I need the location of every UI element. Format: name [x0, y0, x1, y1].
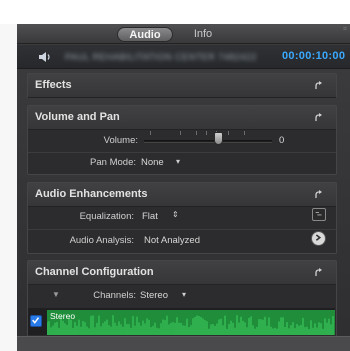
waveform-graphic: [47, 315, 334, 335]
disclosure-triangle-icon[interactable]: ▼: [52, 290, 60, 299]
reset-arrow-icon[interactable]: [313, 267, 324, 278]
audio-analysis-label: Audio Analysis:: [69, 235, 134, 246]
timecode: 00:00:10:00: [282, 50, 346, 62]
divider: [28, 152, 336, 153]
effects-panel: Effects: [27, 73, 337, 98]
audio-enhancements-title: Audio Enhancements: [35, 188, 148, 200]
stereo-track-checkbox[interactable]: [30, 315, 42, 327]
volume-pan-title: Volume and Pan: [35, 111, 120, 123]
audio-enhancements-header[interactable]: Audio Enhancements: [28, 183, 336, 207]
analyze-button[interactable]: [311, 231, 326, 246]
pan-mode-value: None: [141, 157, 164, 168]
tab-info[interactable]: Info: [185, 27, 221, 42]
slider-tick: [150, 131, 151, 135]
volume-label: Volume:: [103, 135, 138, 146]
reset-arrow-icon[interactable]: [313, 189, 324, 200]
reset-arrow-icon[interactable]: [313, 112, 324, 123]
go-arrow-icon: [315, 234, 322, 241]
slider-tick: [180, 131, 181, 135]
left-gutter: [0, 24, 17, 351]
equalization-label: Equalization:: [79, 211, 134, 222]
stereo-waveform[interactable]: [47, 310, 335, 335]
eq-icon: [315, 211, 322, 216]
equalization-value: Flat: [142, 211, 158, 222]
volume-slider[interactable]: [144, 140, 272, 143]
channels-popup[interactable]: Stereo ▾: [140, 288, 194, 302]
slider-tick: [228, 131, 229, 135]
chevron-down-icon: ▾: [176, 157, 181, 166]
effects-title: Effects: [35, 79, 72, 91]
slider-tick: [206, 131, 207, 135]
bottom-bar: [17, 336, 350, 351]
slider-tick: [196, 131, 197, 135]
inspector-tabbar: Audio Info ⌗: [17, 24, 350, 44]
slider-tick: [244, 131, 245, 135]
effects-header[interactable]: Effects: [28, 74, 336, 98]
volume-value: 0: [279, 135, 285, 146]
divider: [28, 229, 336, 230]
volume-pan-header[interactable]: Volume and Pan: [28, 106, 336, 130]
pan-mode-label: Pan Mode:: [90, 157, 136, 168]
speaker-icon: [39, 52, 50, 62]
top-strip: [0, 0, 350, 24]
stepper-icon: ⇕: [172, 210, 179, 219]
volume-slider-knob[interactable]: [214, 132, 224, 145]
window-corner-icon: ⌗: [343, 26, 347, 33]
channels-value: Stereo: [140, 290, 168, 301]
reset-arrow-icon[interactable]: [313, 80, 324, 91]
checkmark-icon: [32, 317, 40, 324]
equalization-popup[interactable]: Flat ⇕: [142, 209, 182, 223]
clip-name: PAUL REHABILITATION CENTER 7482422: [65, 52, 257, 62]
channel-config-header[interactable]: Channel Configuration: [28, 261, 336, 285]
pan-mode-popup[interactable]: None ▾: [141, 155, 187, 169]
chevron-down-icon: ▾: [182, 290, 187, 299]
tab-audio[interactable]: Audio: [117, 27, 173, 42]
eq-button[interactable]: [312, 208, 326, 221]
channels-label: Channels:: [93, 290, 136, 301]
stereo-track-label: Stereo: [50, 311, 76, 321]
audio-analysis-value: Not Analyzed: [144, 235, 200, 246]
clip-bar: PAUL REHABILITATION CENTER 7482422 00:00…: [17, 45, 350, 69]
channel-config-title: Channel Configuration: [35, 266, 154, 278]
